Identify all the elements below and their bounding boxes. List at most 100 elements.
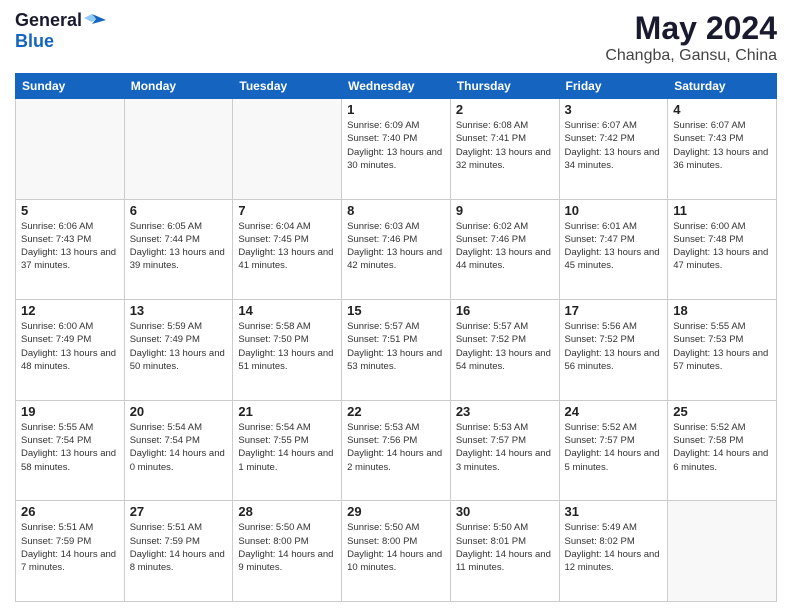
day-info: Sunrise: 6:08 AM Sunset: 7:41 PM Dayligh… bbox=[456, 119, 554, 172]
page-subtitle: Changba, Gansu, China bbox=[605, 47, 777, 65]
calendar-day-cell: 27 Sunrise: 5:51 AM Sunset: 7:59 PM Dayli… bbox=[124, 501, 233, 602]
calendar-week-row: 5 Sunrise: 6:06 AM Sunset: 7:43 PM Daylig… bbox=[16, 199, 777, 300]
calendar-day-cell bbox=[233, 99, 342, 200]
calendar-day-cell: 11Sunrise: 6:00 AM Sunset: 7:48 PM Dayli… bbox=[668, 199, 777, 300]
day-info: Sunrise: 5:59 AM Sunset: 7:49 PM Dayligh… bbox=[130, 320, 228, 373]
day-number: 23 bbox=[456, 404, 554, 419]
page: General Blue May 2024 Changba, Gansu, Ch… bbox=[0, 0, 792, 612]
calendar-day-cell: 5 Sunrise: 6:06 AM Sunset: 7:43 PM Daylig… bbox=[16, 199, 125, 300]
calendar-day-cell: 10 Sunrise: 6:01 AM Sunset: 7:47 PM Dayli… bbox=[559, 199, 668, 300]
day-number: 26 bbox=[21, 504, 119, 519]
day-info: Sunrise: 6:03 AM Sunset: 7:46 PM Dayligh… bbox=[347, 220, 445, 273]
header: General Blue May 2024 Changba, Gansu, Ch… bbox=[15, 10, 777, 65]
day-number: 8 bbox=[347, 203, 445, 218]
day-number: 12 bbox=[21, 303, 119, 318]
day-info: Sunrise: 5:49 AM Sunset: 8:02 PM Dayligh… bbox=[565, 521, 663, 574]
day-number: 10 bbox=[565, 203, 663, 218]
day-info: Sunrise: 5:55 AM Sunset: 7:54 PM Dayligh… bbox=[21, 421, 119, 474]
calendar-day-cell: 18 Sunrise: 5:55 AM Sunset: 7:53 PM Dayli… bbox=[668, 300, 777, 401]
day-info: Sunrise: 5:54 AM Sunset: 7:55 PM Dayligh… bbox=[238, 421, 336, 474]
calendar-day-cell: 14Sunrise: 5:58 AM Sunset: 7:50 PM Dayli… bbox=[233, 300, 342, 401]
day-info: Sunrise: 6:05 AM Sunset: 7:44 PM Dayligh… bbox=[130, 220, 228, 273]
day-info: Sunrise: 5:56 AM Sunset: 7:52 PM Dayligh… bbox=[565, 320, 663, 373]
day-info: Sunrise: 6:07 AM Sunset: 7:43 PM Dayligh… bbox=[673, 119, 771, 172]
day-number: 7 bbox=[238, 203, 336, 218]
day-info: Sunrise: 5:53 AM Sunset: 7:56 PM Dayligh… bbox=[347, 421, 445, 474]
day-info: Sunrise: 5:50 AM Sunset: 8:00 PM Dayligh… bbox=[238, 521, 336, 574]
day-number: 20 bbox=[130, 404, 228, 419]
day-number: 31 bbox=[565, 504, 663, 519]
day-number: 13 bbox=[130, 303, 228, 318]
day-info: Sunrise: 5:50 AM Sunset: 8:00 PM Dayligh… bbox=[347, 521, 445, 574]
calendar-day-cell: 29Sunrise: 5:50 AM Sunset: 8:00 PM Dayli… bbox=[342, 501, 451, 602]
day-info: Sunrise: 6:01 AM Sunset: 7:47 PM Dayligh… bbox=[565, 220, 663, 273]
calendar-day-cell: 24 Sunrise: 5:52 AM Sunset: 7:57 PM Dayli… bbox=[559, 400, 668, 501]
calendar-day-cell: 15 Sunrise: 5:57 AM Sunset: 7:51 PM Dayli… bbox=[342, 300, 451, 401]
day-number: 18 bbox=[673, 303, 771, 318]
day-number: 1 bbox=[347, 102, 445, 117]
calendar-day-cell: 25 Sunrise: 5:52 AM Sunset: 7:58 PM Dayli… bbox=[668, 400, 777, 501]
th-friday: Friday bbox=[559, 74, 668, 99]
th-tuesday: Tuesday bbox=[233, 74, 342, 99]
calendar-day-cell: 31 Sunrise: 5:49 AM Sunset: 8:02 PM Dayli… bbox=[559, 501, 668, 602]
calendar-day-cell: 3Sunrise: 6:07 AM Sunset: 7:42 PM Daylig… bbox=[559, 99, 668, 200]
day-info: Sunrise: 5:51 AM Sunset: 7:59 PM Dayligh… bbox=[130, 521, 228, 574]
day-number: 2 bbox=[456, 102, 554, 117]
day-info: Sunrise: 5:54 AM Sunset: 7:54 PM Dayligh… bbox=[130, 421, 228, 474]
calendar-day-cell: 2 Sunrise: 6:08 AM Sunset: 7:41 PM Daylig… bbox=[450, 99, 559, 200]
day-number: 6 bbox=[130, 203, 228, 218]
calendar-week-row: 1 Sunrise: 6:09 AM Sunset: 7:40 PM Daylig… bbox=[16, 99, 777, 200]
day-info: Sunrise: 5:52 AM Sunset: 7:58 PM Dayligh… bbox=[673, 421, 771, 474]
day-info: Sunrise: 5:55 AM Sunset: 7:53 PM Dayligh… bbox=[673, 320, 771, 373]
day-number: 22 bbox=[347, 404, 445, 419]
calendar-day-cell: 17 Sunrise: 5:56 AM Sunset: 7:52 PM Dayli… bbox=[559, 300, 668, 401]
th-thursday: Thursday bbox=[450, 74, 559, 99]
day-info: Sunrise: 6:06 AM Sunset: 7:43 PM Dayligh… bbox=[21, 220, 119, 273]
logo-blue-text: Blue bbox=[15, 31, 54, 52]
calendar-day-cell: 16Sunrise: 5:57 AM Sunset: 7:52 PM Dayli… bbox=[450, 300, 559, 401]
calendar-day-cell: 4Sunrise: 6:07 AM Sunset: 7:43 PM Daylig… bbox=[668, 99, 777, 200]
calendar-week-row: 12 Sunrise: 6:00 AM Sunset: 7:49 PM Dayli… bbox=[16, 300, 777, 401]
calendar-day-cell: 1 Sunrise: 6:09 AM Sunset: 7:40 PM Daylig… bbox=[342, 99, 451, 200]
calendar-day-cell bbox=[16, 99, 125, 200]
day-number: 15 bbox=[347, 303, 445, 318]
calendar-day-cell: 23 Sunrise: 5:53 AM Sunset: 7:57 PM Dayli… bbox=[450, 400, 559, 501]
logo-bird-icon bbox=[84, 12, 106, 30]
logo: General Blue bbox=[15, 10, 106, 52]
calendar-day-cell: 21 Sunrise: 5:54 AM Sunset: 7:55 PM Dayli… bbox=[233, 400, 342, 501]
day-number: 25 bbox=[673, 404, 771, 419]
th-wednesday: Wednesday bbox=[342, 74, 451, 99]
day-number: 30 bbox=[456, 504, 554, 519]
day-number: 21 bbox=[238, 404, 336, 419]
calendar-day-cell: 9Sunrise: 6:02 AM Sunset: 7:46 PM Daylig… bbox=[450, 199, 559, 300]
day-number: 27 bbox=[130, 504, 228, 519]
day-info: Sunrise: 5:52 AM Sunset: 7:57 PM Dayligh… bbox=[565, 421, 663, 474]
calendar-day-cell: 30Sunrise: 5:50 AM Sunset: 8:01 PM Dayli… bbox=[450, 501, 559, 602]
day-info: Sunrise: 5:53 AM Sunset: 7:57 PM Dayligh… bbox=[456, 421, 554, 474]
day-number: 19 bbox=[21, 404, 119, 419]
day-info: Sunrise: 5:51 AM Sunset: 7:59 PM Dayligh… bbox=[21, 521, 119, 574]
calendar-day-cell bbox=[124, 99, 233, 200]
page-title: May 2024 bbox=[605, 10, 777, 47]
day-number: 9 bbox=[456, 203, 554, 218]
day-info: Sunrise: 6:00 AM Sunset: 7:49 PM Dayligh… bbox=[21, 320, 119, 373]
title-block: May 2024 Changba, Gansu, China bbox=[605, 10, 777, 65]
day-number: 17 bbox=[565, 303, 663, 318]
day-info: Sunrise: 5:57 AM Sunset: 7:51 PM Dayligh… bbox=[347, 320, 445, 373]
day-info: Sunrise: 5:58 AM Sunset: 7:50 PM Dayligh… bbox=[238, 320, 336, 373]
day-number: 16 bbox=[456, 303, 554, 318]
logo-general-text: General bbox=[15, 10, 82, 31]
day-number: 5 bbox=[21, 203, 119, 218]
calendar-day-cell: 19 Sunrise: 5:55 AM Sunset: 7:54 PM Dayli… bbox=[16, 400, 125, 501]
th-saturday: Saturday bbox=[668, 74, 777, 99]
calendar-day-cell: 7 Sunrise: 6:04 AM Sunset: 7:45 PM Daylig… bbox=[233, 199, 342, 300]
calendar-header-row: Sunday Monday Tuesday Wednesday Thursday… bbox=[16, 74, 777, 99]
day-info: Sunrise: 6:04 AM Sunset: 7:45 PM Dayligh… bbox=[238, 220, 336, 273]
calendar-day-cell: 8 Sunrise: 6:03 AM Sunset: 7:46 PM Daylig… bbox=[342, 199, 451, 300]
day-number: 24 bbox=[565, 404, 663, 419]
calendar-day-cell bbox=[668, 501, 777, 602]
th-sunday: Sunday bbox=[16, 74, 125, 99]
calendar-day-cell: 13 Sunrise: 5:59 AM Sunset: 7:49 PM Dayli… bbox=[124, 300, 233, 401]
day-info: Sunrise: 6:00 AM Sunset: 7:48 PM Dayligh… bbox=[673, 220, 771, 273]
day-info: Sunrise: 6:09 AM Sunset: 7:40 PM Dayligh… bbox=[347, 119, 445, 172]
